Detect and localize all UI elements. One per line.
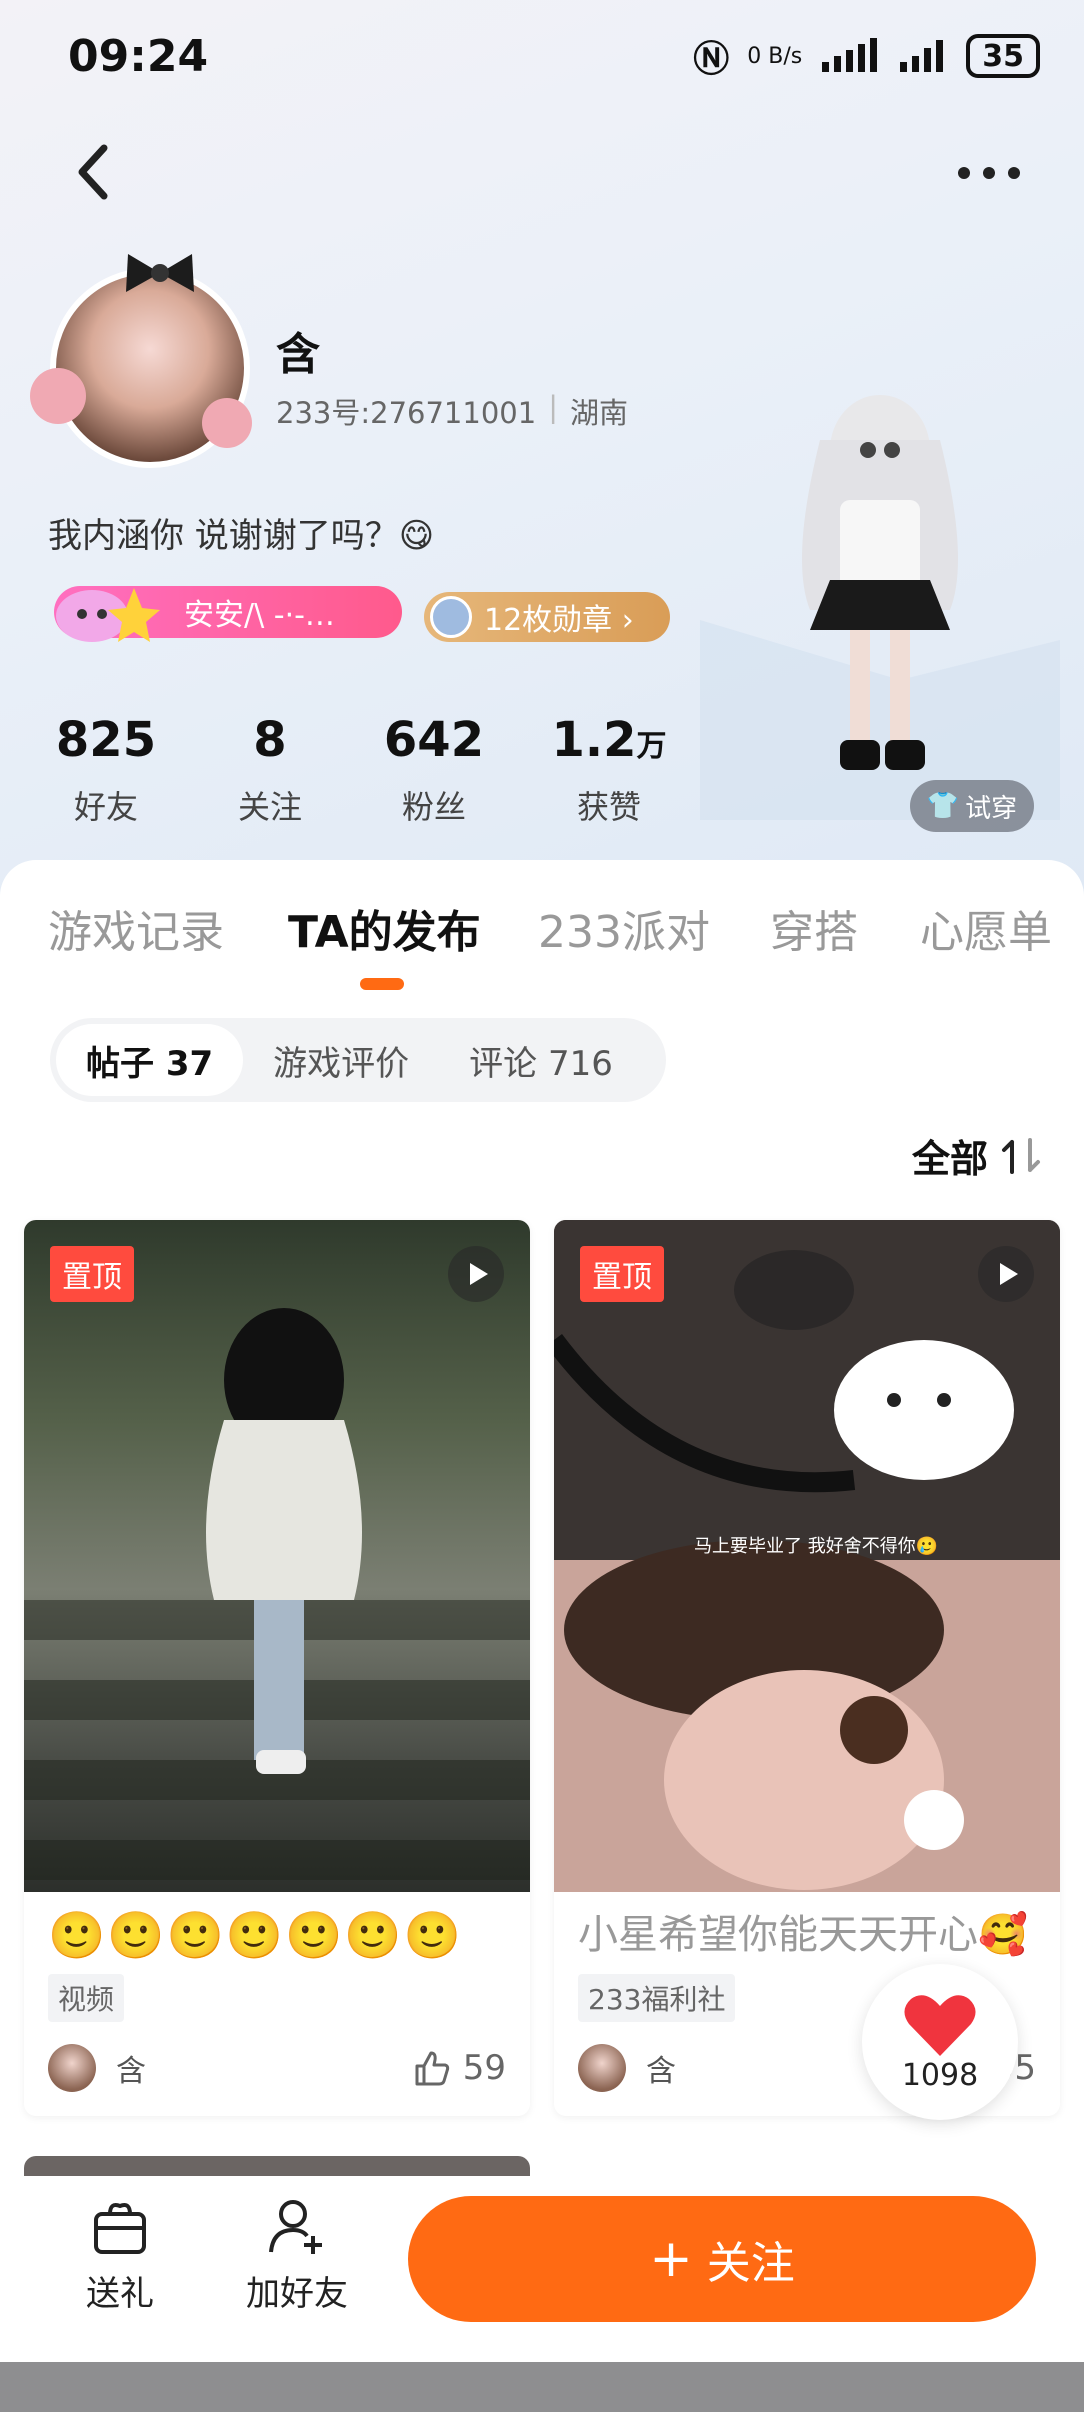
profile-stats: 825 好友 8 关注 642 粉丝 1.2万 获赞 — [46, 712, 684, 828]
system-navigation-bar — [0, 2362, 1084, 2412]
post-title: 🙂🙂🙂🙂🙂🙂🙂 — [48, 1908, 463, 1962]
try-on-button[interactable]: 👕 试穿 — [910, 780, 1034, 832]
post-type-selector: 帖子 37 游戏评价 评论 716 — [50, 1018, 666, 1102]
star-character-icon — [56, 588, 160, 642]
post-author[interactable]: 含 — [48, 2044, 146, 2092]
plus-icon: + — [649, 2229, 693, 2289]
cat-paw-icon-right — [202, 398, 252, 448]
tab-party[interactable]: 233派对 — [538, 896, 710, 960]
author-name: 含 — [646, 2054, 676, 2089]
shirt-icon: 👕 — [926, 791, 960, 821]
stat-likes-number: 1.2 — [551, 712, 637, 768]
tab-outfits[interactable]: 穿搭 — [770, 896, 858, 960]
avatar[interactable] — [30, 248, 260, 508]
status-time: 09:24 — [68, 30, 209, 82]
profile-tabs: 游戏记录 TA的发布 233派对 穿搭 心愿单 — [0, 896, 1084, 976]
author-avatar — [48, 2044, 96, 2092]
gift-button[interactable]: 送礼 — [86, 2196, 154, 2315]
thumbs-up-icon — [415, 2051, 449, 2086]
gift-label: 送礼 — [86, 2274, 154, 2314]
profile-bio: 我内涵你 说谢谢了吗？😋 — [48, 516, 435, 556]
post-thumbnail: 置顶 — [24, 1220, 530, 1892]
sort-dropdown[interactable]: 全部 — [912, 1128, 1042, 1183]
stat-value: 8 — [253, 712, 287, 768]
region-text: 湖南 — [569, 396, 628, 430]
active-tab-indicator — [360, 978, 404, 990]
photo-figure — [24, 1308, 530, 1880]
follow-button[interactable]: + 关注 — [408, 2196, 1036, 2322]
nfc-icon: Ⓝ — [693, 39, 730, 80]
stat-label: 关注 — [237, 788, 302, 826]
try-on-label: 试穿 — [965, 793, 1018, 824]
gift-icon — [94, 2203, 146, 2254]
pinned-badge: 置顶 — [50, 1246, 134, 1302]
stat-fans[interactable]: 642 粉丝 — [364, 712, 504, 828]
post-title: 小星希望你能天天开心🥰 — [578, 1912, 1028, 1958]
tab-wishlist[interactable]: 心愿单 — [920, 896, 1052, 960]
tab-posts[interactable]: TA的发布 — [288, 896, 481, 960]
post-tag[interactable]: 视频 — [48, 1974, 125, 2022]
profile-name: 含 — [276, 329, 320, 380]
medals-label: 12枚勋章 › — [484, 603, 634, 638]
stat-value: 825 — [55, 712, 157, 768]
user-id-text: 233号:276711001 — [276, 396, 537, 430]
divider: | — [548, 390, 558, 424]
signal-icon-2 — [900, 40, 944, 72]
stat-label: 粉丝 — [401, 788, 466, 826]
sort-label: 全部 — [911, 1137, 988, 1181]
play-icon — [448, 1246, 504, 1302]
profile-id: 233号:276711001 | 湖南 — [276, 390, 628, 432]
stat-value: 1.2万 — [551, 712, 666, 768]
add-friend-button[interactable]: 加好友 — [246, 2196, 348, 2315]
post-card[interactable]: 置顶 🙂🙂🙂🙂🙂🙂🙂 视频 含 59 — [24, 1220, 530, 2116]
post-author[interactable]: 含 — [578, 2044, 676, 2092]
stat-friends[interactable]: 825 好友 — [46, 712, 166, 828]
stat-following[interactable]: 8 关注 — [210, 712, 330, 828]
like-count: 59 — [462, 2048, 506, 2088]
avatar-character-figure[interactable] — [700, 380, 1060, 820]
sort-icon — [1002, 1137, 1040, 1174]
status-bar: 09:24 Ⓝ 0 B/s 35 — [0, 0, 1084, 112]
like-button[interactable]: 59 — [413, 2048, 506, 2088]
floating-like-count: 1098 — [901, 2057, 979, 2093]
stat-label: 好友 — [73, 788, 138, 826]
author-name: 含 — [116, 2054, 146, 2089]
stat-likes-unit: 万 — [636, 729, 667, 764]
add-user-icon — [269, 2200, 322, 2254]
heart-icon — [904, 1994, 976, 2056]
medals-tag[interactable]: 12枚勋章 › — [424, 592, 670, 642]
subtab-comments[interactable]: 评论 716 — [439, 1024, 643, 1096]
floating-like-button[interactable]: 1098 — [862, 1964, 1018, 2120]
net-speed: 0 B/s — [747, 43, 803, 69]
stat-value: 642 — [383, 712, 485, 768]
profile-screen: { "status_bar": {"time": "09:24", "net_s… — [0, 0, 1084, 2412]
follow-label: 关注 — [706, 2238, 795, 2289]
signal-icon — [822, 38, 878, 72]
status-icons: Ⓝ 0 B/s 35 — [693, 30, 1040, 82]
post-thumbnail: 置顶 马上要毕业了 我好舍不得你🥲 — [554, 1220, 1060, 1892]
add-friend-label: 加好友 — [246, 2274, 348, 2314]
tab-game-records[interactable]: 游戏记录 — [48, 896, 224, 960]
author-avatar — [578, 2044, 626, 2092]
back-arrow-icon[interactable] — [70, 142, 118, 202]
bow-decoration-icon — [126, 254, 194, 292]
video-caption-overlay: 马上要毕业了 我好舍不得你🥲 — [694, 1536, 939, 1557]
subtab-posts[interactable]: 帖子 37 — [56, 1024, 244, 1096]
cat-paw-icon — [30, 368, 86, 424]
pinned-badge: 置顶 — [580, 1246, 664, 1302]
battery-indicator: 35 — [966, 34, 1040, 78]
nickname-tag-label: 安安/\ -·-… — [184, 598, 335, 633]
bottom-action-bar: 送礼 加好友 + 关注 — [0, 2176, 1084, 2362]
post-footer: 含 59 — [24, 2022, 530, 2116]
play-icon — [978, 1246, 1034, 1302]
post-tag[interactable]: 233福利社 — [578, 1974, 736, 2022]
stat-label: 获赞 — [576, 788, 641, 826]
subtab-game-reviews[interactable]: 游戏评价 — [243, 1024, 439, 1096]
stat-likes[interactable]: 1.2万 获赞 — [534, 712, 684, 828]
more-options-icon[interactable] — [954, 158, 1024, 188]
medal-icon — [430, 596, 472, 638]
